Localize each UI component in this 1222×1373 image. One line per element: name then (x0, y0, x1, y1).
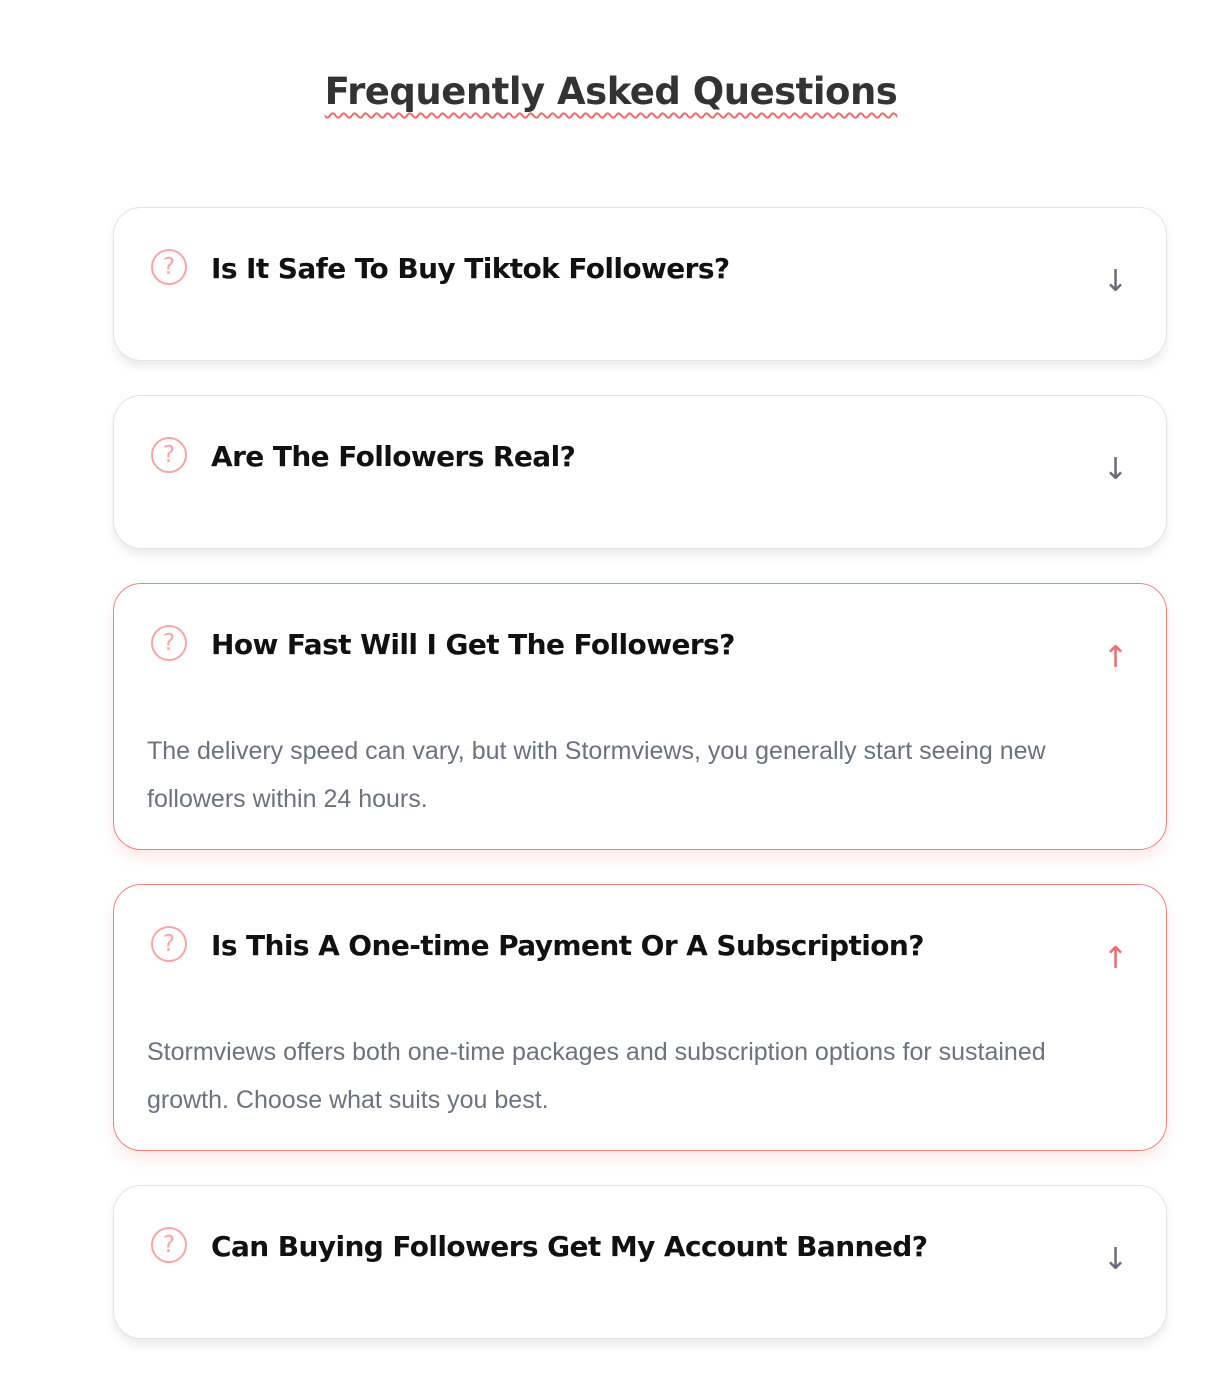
faq-item-real[interactable]: ? Are The Followers Real? ↓ (113, 395, 1167, 549)
faq-question[interactable]: How Fast Will I Get The Followers? (211, 628, 735, 661)
faq-question[interactable]: Are The Followers Real? (211, 440, 576, 473)
faq-question[interactable]: Is It Safe To Buy Tiktok Followers? (211, 252, 730, 285)
arrow-down-icon[interactable]: ↓ (1103, 452, 1128, 487)
faq-answer: The delivery speed can vary, but with St… (147, 737, 1046, 813)
arrow-up-icon[interactable]: ↑ (1103, 941, 1128, 976)
question-circle-icon: ? (151, 1227, 187, 1263)
arrow-down-icon[interactable]: ↓ (1103, 1242, 1128, 1277)
arrow-down-icon[interactable]: ↓ (1103, 264, 1128, 299)
faq-item-speed[interactable]: ? How Fast Will I Get The Followers? ↑ T… (113, 583, 1167, 850)
arrow-up-icon[interactable]: ↑ (1103, 640, 1128, 675)
faq-question[interactable]: Is This A One-time Payment Or A Subscrip… (211, 929, 924, 962)
question-circle-icon: ? (151, 249, 187, 285)
question-circle-icon: ? (151, 926, 187, 962)
faq-item-safe[interactable]: ? Is It Safe To Buy Tiktok Followers? ↓ (113, 207, 1167, 361)
faq-item-banned[interactable]: ? Can Buying Followers Get My Account Ba… (113, 1185, 1167, 1339)
page-title: Frequently Asked Questions (324, 70, 898, 113)
faq-item-payment[interactable]: ? Is This A One-time Payment Or A Subscr… (113, 884, 1167, 1151)
faq-list: ? Is It Safe To Buy Tiktok Followers? ↓ … (113, 207, 1167, 1373)
faq-answer: Stormviews offers both one-time packages… (147, 1038, 1046, 1114)
faq-question[interactable]: Can Buying Followers Get My Account Bann… (211, 1230, 928, 1263)
faq-header: Frequently Asked Questions (0, 70, 1222, 114)
question-circle-icon: ? (151, 625, 187, 661)
question-circle-icon: ? (151, 437, 187, 473)
